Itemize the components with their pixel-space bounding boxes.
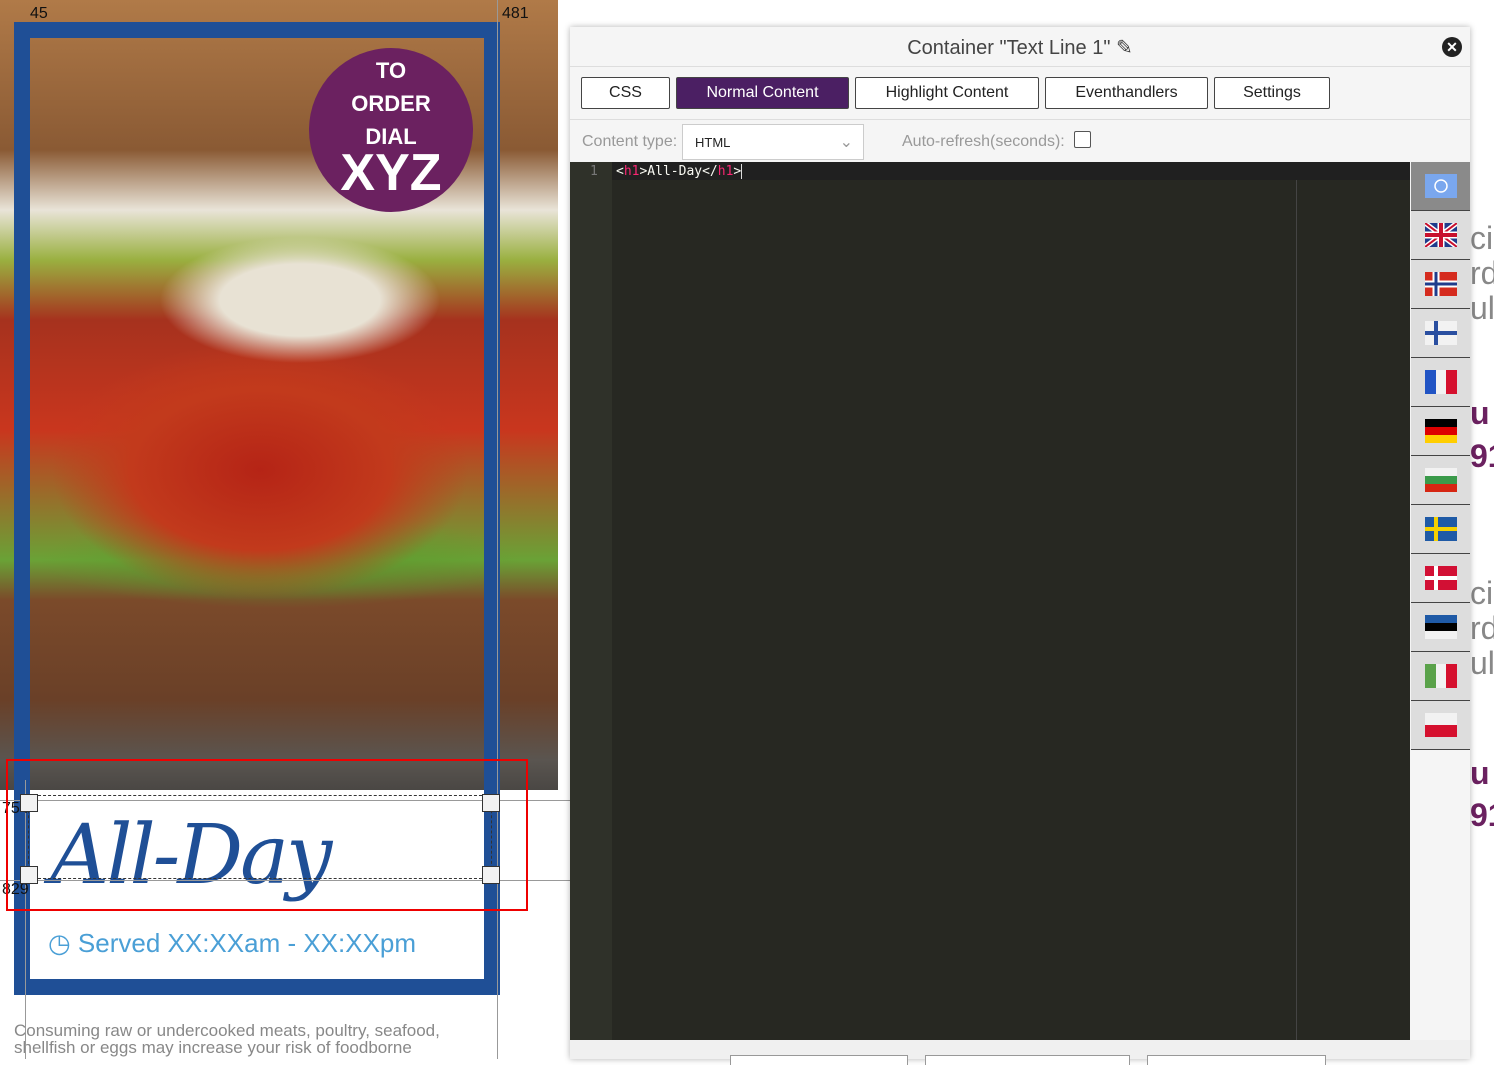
print-margin xyxy=(1296,180,1297,1040)
clock-icon: ◷ xyxy=(48,928,71,958)
bg-text: 91 xyxy=(1470,438,1494,474)
france-flag-icon xyxy=(1424,370,1457,394)
badge-line: ORDER xyxy=(351,91,431,116)
un-flag-icon xyxy=(1424,174,1457,198)
bg-text: ult xyxy=(1470,290,1494,326)
ruler-x-right: 481 xyxy=(502,5,529,22)
germany-flag-icon xyxy=(1424,419,1457,443)
content-type-value: HTML xyxy=(695,135,731,150)
language-sidebar xyxy=(1411,162,1470,750)
close-icon[interactable]: ✕ xyxy=(1442,37,1462,57)
badge-line: TO xyxy=(375,58,407,83)
divider xyxy=(570,119,1470,120)
language-estonia[interactable] xyxy=(1411,603,1470,652)
bg-text: rd xyxy=(1470,610,1494,646)
code-editor[interactable]: 1 <h1>All-Day</h1> xyxy=(570,162,1410,1040)
language-united-nations[interactable] xyxy=(1411,162,1470,211)
container-editor-dialog: Container "Text Line 1" ✎ ✕ CSS Normal C… xyxy=(570,27,1470,1065)
language-bulgaria[interactable] xyxy=(1411,456,1470,505)
language-france[interactable] xyxy=(1411,358,1470,407)
bg-text: u xyxy=(1470,395,1490,431)
highlight-box xyxy=(6,759,528,911)
editor-gutter xyxy=(570,162,612,1040)
bg-text: 91 xyxy=(1470,797,1494,833)
tab-css[interactable]: CSS xyxy=(581,77,670,109)
bg-text: ult xyxy=(1470,645,1494,681)
denmark-flag-icon xyxy=(1424,566,1457,590)
bg-text: u xyxy=(1470,755,1490,791)
bulgaria-flag-icon xyxy=(1424,468,1457,492)
language-poland[interactable] xyxy=(1411,701,1470,750)
bg-text: rd xyxy=(1470,255,1494,291)
autorefresh-label: Auto-refresh(seconds): xyxy=(902,133,1065,150)
footer-button[interactable] xyxy=(925,1055,1130,1065)
chevron-down-icon: ⌄ xyxy=(839,134,853,151)
language-sweden[interactable] xyxy=(1411,505,1470,554)
content-type-label: Content type: xyxy=(582,133,678,150)
sweden-flag-icon xyxy=(1424,517,1457,541)
norway-flag-icon xyxy=(1424,272,1457,296)
tab-settings[interactable]: Settings xyxy=(1214,77,1330,109)
disclaimer: Consuming raw or undercooked meats, poul… xyxy=(14,1021,440,1057)
ruler-x-left: 45 xyxy=(30,5,48,22)
estonia-flag-icon xyxy=(1424,615,1457,639)
language-denmark[interactable] xyxy=(1411,554,1470,603)
served-text: Served XX:XXam - XX:XXpm xyxy=(77,928,417,958)
language-norway[interactable] xyxy=(1411,260,1470,309)
line-number: 1 xyxy=(590,164,598,179)
language-finland[interactable] xyxy=(1411,309,1470,358)
finland-flag-icon xyxy=(1424,321,1457,345)
language-italy[interactable] xyxy=(1411,652,1470,701)
served-time: ◷ Served XX:XXam - XX:XXpm xyxy=(48,928,416,959)
pencil-icon[interactable]: ✎ xyxy=(1110,37,1133,59)
footer-button[interactable] xyxy=(730,1055,908,1065)
bg-text: ci xyxy=(1470,220,1494,256)
tab-eventhandlers[interactable]: Eventhandlers xyxy=(1045,77,1208,109)
tab-highlight-content[interactable]: Highlight Content xyxy=(855,77,1039,109)
content-type-select[interactable]: HTML ⌄ xyxy=(682,124,864,160)
language-united-kingdom[interactable] xyxy=(1411,211,1470,260)
dialog-title: Container "Text Line 1" xyxy=(907,37,1111,59)
badge-number: XYZ xyxy=(340,144,442,202)
order-badge: TO ORDER DIAL XYZ xyxy=(309,48,473,212)
code-line[interactable]: <h1>All-Day</h1> xyxy=(616,164,743,179)
italy-flag-icon xyxy=(1424,664,1457,688)
dialog-title-bar[interactable]: Container "Text Line 1" ✎ xyxy=(570,27,1470,67)
tab-normal-content[interactable]: Normal Content xyxy=(676,77,849,109)
bg-text: ci xyxy=(1470,575,1494,611)
poland-flag-icon xyxy=(1424,713,1457,737)
dialog-footer xyxy=(570,1040,1470,1065)
language-germany[interactable] xyxy=(1411,407,1470,456)
footer-button[interactable] xyxy=(1147,1055,1326,1065)
autorefresh-checkbox[interactable] xyxy=(1074,131,1091,148)
uk-flag-icon xyxy=(1424,223,1457,247)
